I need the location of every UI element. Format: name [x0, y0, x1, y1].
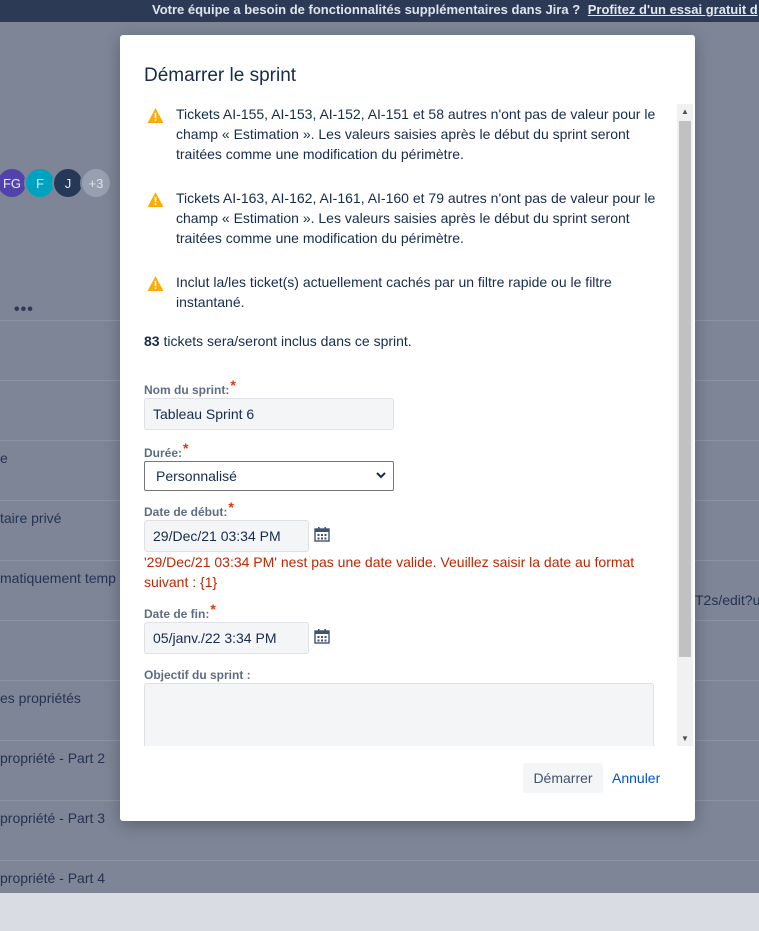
trial-link[interactable]: Profitez d'un essai gratuit d [588, 2, 758, 17]
required-mark: * [230, 377, 236, 393]
list-item[interactable]: e [0, 450, 8, 466]
start-date-label-text: Date de début: [144, 505, 228, 519]
required-mark: * [210, 601, 216, 617]
dialog-scrollbar[interactable]: ▲ ▼ [677, 104, 693, 746]
more-actions-button[interactable]: ••• [14, 301, 34, 319]
list-item[interactable]: propriété - Part 3 [0, 810, 105, 826]
scrollbar-thumb[interactable] [679, 121, 691, 657]
scroll-up-arrow-icon[interactable]: ▲ [681, 107, 689, 116]
duration-label-text: Durée: [144, 446, 183, 460]
trial-banner: Votre équipe a besoin de fonctionnalités… [0, 0, 759, 22]
warning-icon [147, 276, 164, 291]
duration-select[interactable]: Personnalisé [144, 461, 394, 491]
required-mark: * [183, 440, 189, 456]
warning-text: Tickets AI-163, AI-162, AI-161, AI-160 e… [176, 190, 656, 246]
end-date-label: Date de fin:* [144, 601, 216, 621]
required-mark: * [228, 499, 234, 515]
warning-icon [147, 108, 164, 123]
sprint-goal-textarea[interactable] [144, 683, 654, 746]
cancel-link[interactable]: Annuler [612, 770, 660, 786]
list-item-extra: T2s/edit?us [695, 592, 759, 608]
scroll-down-arrow-icon[interactable]: ▼ [681, 734, 689, 743]
avatar-more[interactable]: +3 [80, 167, 112, 199]
ticket-count-text: 83 tickets sera/seront inclus dans ce sp… [144, 333, 412, 349]
sprint-name-label-text: Nom du sprint: [144, 383, 230, 397]
list-item[interactable]: matiquement temp [0, 570, 116, 586]
warning-icon [147, 192, 164, 207]
list-item[interactable]: es propriétés [0, 690, 81, 706]
list-item[interactable]: propriété - Part 2 [0, 750, 105, 766]
chevron-down-icon [376, 472, 386, 479]
start-date-input[interactable]: 29/Dec/21 03:34 PM [144, 520, 309, 552]
start-button[interactable]: Démarrer [523, 763, 603, 793]
warning-text: Inclut la/les ticket(s) actuellement cac… [176, 274, 612, 310]
calendar-icon[interactable] [314, 628, 330, 644]
banner-text: Votre équipe a besoin de fonctionnalités… [152, 2, 581, 17]
end-date-input[interactable]: 05/janv./22 3:34 PM [144, 622, 309, 654]
row-divider [0, 860, 759, 861]
dialog-content: Tickets AI-155, AI-153, AI-152, AI-151 e… [144, 104, 678, 746]
bottom-bar [0, 893, 759, 931]
calendar-icon[interactable] [314, 526, 330, 542]
ticket-count: 83 [144, 333, 160, 349]
warning-text: Tickets AI-155, AI-153, AI-152, AI-151 e… [176, 106, 656, 162]
list-item[interactable]: propriété - Part 4 [0, 870, 105, 886]
sprint-name-label: Nom du sprint:* [144, 377, 236, 397]
ticket-count-suffix: tickets sera/seront inclus dans ce sprin… [159, 333, 412, 349]
sprint-goal-label: Objectif du sprint : [144, 668, 251, 682]
list-item[interactable]: taire privé [0, 510, 61, 526]
duration-value: Personnalisé [156, 468, 237, 484]
start-date-error: '29/Dec/21 03:34 PM' nest pas une date v… [144, 554, 635, 590]
duration-label: Durée:* [144, 440, 188, 460]
dialog-title: Démarrer le sprint [144, 65, 297, 86]
end-date-label-text: Date de fin: [144, 607, 210, 621]
start-date-label: Date de début:* [144, 499, 234, 519]
start-sprint-dialog: Démarrer le sprint Tickets AI-155, AI-15… [120, 35, 695, 821]
sprint-name-input[interactable]: Tableau Sprint 6 [144, 398, 394, 430]
